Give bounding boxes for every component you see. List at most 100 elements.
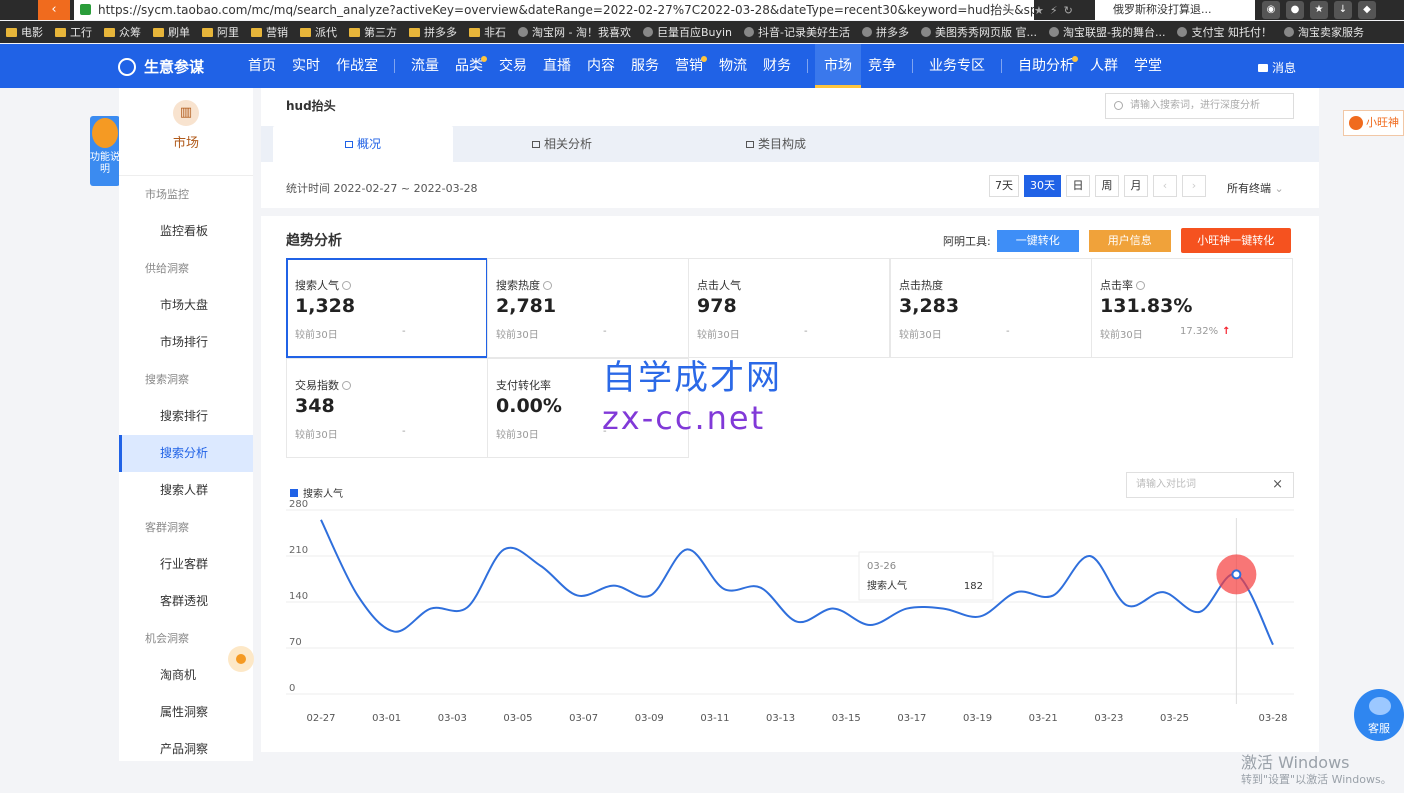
bookmark-label: 美图秀秀网页版 官... (935, 26, 1037, 39)
lock-icon[interactable]: ● (1286, 1, 1304, 19)
site-watermark: 自学成才网 zx-cc.net (602, 358, 782, 438)
nav-crowd[interactable]: 人群 (1090, 44, 1118, 88)
logo[interactable]: 生意参谋 (118, 56, 204, 77)
bookmark-item[interactable]: 刷单 (153, 24, 190, 40)
x-tick-label: 03-07 (569, 713, 598, 724)
y-tick-label: 140 (289, 591, 308, 602)
address-bar[interactable]: https://sycm.taobao.com/mc/mq/search_ana… (74, 0, 1034, 20)
lightning-icon[interactable]: ⚡ (1050, 4, 1058, 17)
y-tick-label: 70 (289, 637, 302, 648)
sidebar-item-attribute[interactable]: 属性洞察 (119, 694, 253, 731)
prev-period-button[interactable]: ‹ (1153, 175, 1177, 197)
device-value: 所有终端 (1227, 182, 1271, 195)
bookmark-item[interactable]: 阿里 (202, 24, 239, 40)
star-icon[interactable]: ★ (1034, 4, 1044, 17)
xiaowang-plugin[interactable]: 小旺神 (1343, 110, 1404, 136)
game-icon[interactable]: ◆ (1358, 1, 1376, 19)
bookmark-item[interactable]: 非石 (469, 24, 506, 40)
nav-live[interactable]: 直播 (543, 44, 571, 88)
sidebar-item-crowd-insight[interactable]: 客群透视 (119, 583, 253, 620)
bookmark-label: 淘宝联盟-我的舞台... (1063, 26, 1166, 39)
bookmark-item[interactable]: 拼多多 (409, 24, 457, 40)
x-tick-label: 03-19 (963, 713, 992, 724)
range-week-button[interactable]: 周 (1095, 175, 1119, 197)
nav-warroom[interactable]: 作战室 (336, 44, 378, 88)
bookmark-item[interactable]: 抖音-记录美好生活 (744, 24, 850, 40)
back-icon[interactable]: ‹ (38, 0, 70, 20)
range-month-button[interactable]: 月 (1124, 175, 1148, 197)
bookmark-item[interactable]: 支付宝 知托付！ (1177, 24, 1272, 40)
sidebar-group-label: 客群洞察 (145, 521, 189, 534)
bookmark-item[interactable]: 淘宝网 - 淘！我喜欢 (518, 24, 631, 40)
folder-icon (349, 27, 360, 37)
sidebar-item-product[interactable]: 产品洞察 (119, 731, 253, 768)
bookmark-label: 刷单 (168, 26, 190, 39)
refresh-icon[interactable]: ↻ (1064, 4, 1073, 17)
sidebar-group-label: 搜索洞察 (145, 373, 189, 386)
bookmark-item[interactable]: 工行 (55, 24, 92, 40)
sidebar-item-search-rank[interactable]: 搜索排行 (119, 398, 253, 435)
sidebar-item-industry-crowd[interactable]: 行业客群 (119, 546, 253, 583)
sidebar-item-search-analysis[interactable]: 搜索分析 (119, 435, 253, 472)
device-select[interactable]: 所有终端 ⌄ (1227, 180, 1284, 196)
x-tick-label: 03-17 (897, 713, 926, 724)
customer-service-button[interactable]: 客服 (1354, 689, 1404, 741)
news-text: 俄罗斯称没打算退... (1113, 3, 1212, 16)
nav-trade[interactable]: 交易 (499, 44, 527, 88)
site-icon (1049, 27, 1059, 37)
bookmark-item[interactable]: 巨量百应Buyin (642, 24, 732, 40)
tab-related[interactable]: 相关分析 (532, 126, 592, 162)
bookmark-item[interactable]: 众筹 (104, 24, 141, 40)
nav-logistics[interactable]: 物流 (719, 44, 747, 88)
bookmark-item[interactable]: 营销 (251, 24, 288, 40)
nav-academy[interactable]: 学堂 (1134, 44, 1162, 88)
extension-icons: ◉ ● ★ ↓ ◆ (1262, 1, 1376, 19)
nav-finance[interactable]: 财务 (763, 44, 791, 88)
keyword-title: hud抬头 (286, 99, 336, 113)
nav-market[interactable]: 市场 (815, 44, 861, 88)
x-tick-label: 03-21 (1029, 713, 1058, 724)
message-button[interactable]: 消息 (1258, 59, 1296, 76)
bookmark-item[interactable]: 淘宝联盟-我的舞台... (1049, 24, 1165, 40)
bag-icon (746, 140, 754, 148)
tooltip-value: 182 (964, 581, 983, 592)
range-7d-button[interactable]: 7天 (989, 175, 1019, 197)
nav-service[interactable]: 服务 (631, 44, 659, 88)
range-30d-button[interactable]: 30天 (1024, 175, 1061, 197)
star-icon[interactable]: ★ (1310, 1, 1328, 19)
bookmark-item[interactable]: 第三方 (349, 24, 397, 40)
sidebar-item-market-overview[interactable]: 市场大盘 (119, 287, 253, 324)
sidebar-item-market-rank[interactable]: 市场排行 (119, 324, 253, 361)
tab-category[interactable]: 类目构成 (746, 126, 806, 162)
download-icon[interactable]: ↓ (1334, 1, 1352, 19)
bookmark-item[interactable]: 美图秀秀网页版 官... (921, 24, 1037, 40)
sidebar-item-monitor[interactable]: 监控看板 (119, 213, 253, 250)
bookmark-item[interactable]: 电影 (6, 24, 43, 40)
range-day-button[interactable]: 日 (1066, 175, 1090, 197)
nav-marketing[interactable]: 营销 (675, 44, 707, 88)
bookmark-item[interactable]: 派代 (300, 24, 337, 40)
keyword-search-input[interactable]: 请输入搜索词，进行深度分析 (1105, 93, 1294, 119)
folder-icon (153, 27, 164, 37)
feature-help[interactable]: 功能说明 (90, 116, 120, 186)
next-period-button[interactable]: › (1182, 175, 1206, 197)
nav-self-analysis[interactable]: 自助分析 (1018, 44, 1078, 88)
nav-traffic[interactable]: 流量 (411, 44, 439, 88)
bookmark-item[interactable]: 淘宝卖家服务 (1283, 24, 1364, 40)
bookmark-item[interactable]: 拼多多 (862, 24, 909, 40)
nav-home[interactable]: 首页 (248, 44, 276, 88)
sidebar-item-search-crowd[interactable]: 搜索人群 (119, 472, 253, 509)
bookmark-label: 拼多多 (876, 26, 909, 39)
extension-icon[interactable]: ◉ (1262, 1, 1280, 19)
browser-search-box[interactable]: 俄罗斯称没打算退... (1095, 0, 1255, 20)
x-tick-label: 02-27 (306, 713, 335, 724)
tab-overview[interactable]: 概况 (273, 126, 453, 162)
nav-business-zone[interactable]: 业务专区 (929, 44, 985, 88)
nav-content[interactable]: 内容 (587, 44, 615, 88)
bookmark-label: 拼多多 (424, 26, 457, 39)
nav-category[interactable]: 品类 (455, 44, 487, 88)
nav-realtime[interactable]: 实时 (292, 44, 320, 88)
nav-marketing-label: 营销 (675, 58, 703, 74)
trend-line-chart[interactable]: 0 70 140 210 280 02-27 03-01 03-03 03-05 03-07 03-… (261, 216, 1319, 752)
nav-compete[interactable]: 竞争 (868, 44, 896, 88)
